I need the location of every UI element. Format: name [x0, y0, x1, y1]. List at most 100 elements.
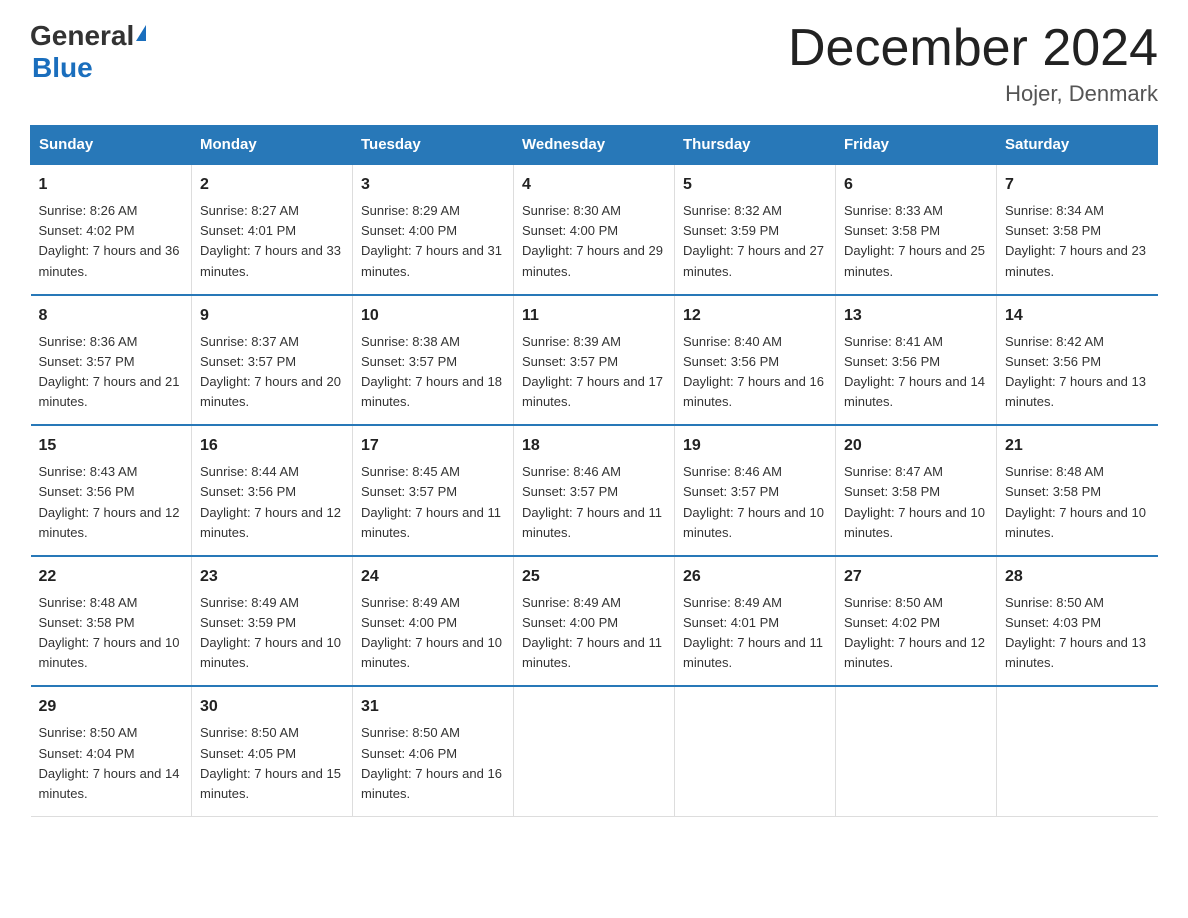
- calendar-day-cell: 5 Sunrise: 8:32 AMSunset: 3:59 PMDaylight…: [675, 164, 836, 295]
- day-number: 27: [844, 565, 988, 589]
- calendar-day-cell: 7 Sunrise: 8:34 AMSunset: 3:58 PMDaylight…: [997, 164, 1158, 295]
- month-title: December 2024: [788, 20, 1158, 77]
- day-info: Sunrise: 8:39 AMSunset: 3:57 PMDaylight:…: [522, 332, 666, 413]
- day-info: Sunrise: 8:38 AMSunset: 3:57 PMDaylight:…: [361, 332, 505, 413]
- day-number: 31: [361, 695, 505, 719]
- col-monday: Monday: [192, 126, 353, 165]
- day-info: Sunrise: 8:46 AMSunset: 3:57 PMDaylight:…: [683, 462, 827, 543]
- calendar-day-cell: 8 Sunrise: 8:36 AMSunset: 3:57 PMDaylight…: [31, 295, 192, 426]
- calendar-day-cell: 25Sunrise: 8:49 AMSunset: 4:00 PMDayligh…: [514, 556, 675, 687]
- col-friday: Friday: [836, 126, 997, 165]
- day-info: Sunrise: 8:49 AMSunset: 3:59 PMDaylight:…: [200, 593, 344, 674]
- day-info: Sunrise: 8:27 AMSunset: 4:01 PMDaylight:…: [200, 201, 344, 282]
- col-thursday: Thursday: [675, 126, 836, 165]
- day-info: Sunrise: 8:49 AMSunset: 4:01 PMDaylight:…: [683, 593, 827, 674]
- calendar-day-cell: 4Sunrise: 8:30 AMSunset: 4:00 PMDaylight…: [514, 164, 675, 295]
- day-number: 15: [39, 434, 184, 458]
- day-info: Sunrise: 8:44 AMSunset: 3:56 PMDaylight:…: [200, 462, 344, 543]
- calendar-day-cell: [675, 686, 836, 816]
- calendar-day-cell: 30 Sunrise: 8:50 AMSunset: 4:05 PMDayligh…: [192, 686, 353, 816]
- col-sunday: Sunday: [31, 126, 192, 165]
- calendar-day-cell: 16 Sunrise: 8:44 AMSunset: 3:56 PMDayligh…: [192, 425, 353, 556]
- title-area: December 2024 Hojer, Denmark: [788, 20, 1158, 107]
- calendar-day-cell: 1 Sunrise: 8:26 AMSunset: 4:02 PMDaylight…: [31, 164, 192, 295]
- day-number: 25: [522, 565, 666, 589]
- calendar-day-cell: 9 Sunrise: 8:37 AMSunset: 3:57 PMDaylight…: [192, 295, 353, 426]
- day-number: 28: [1005, 565, 1150, 589]
- day-number: 12: [683, 304, 827, 328]
- calendar-day-cell: 3 Sunrise: 8:29 AMSunset: 4:00 PMDaylight…: [353, 164, 514, 295]
- calendar-day-cell: 14 Sunrise: 8:42 AMSunset: 3:56 PMDayligh…: [997, 295, 1158, 426]
- calendar-day-cell: 6 Sunrise: 8:33 AMSunset: 3:58 PMDaylight…: [836, 164, 997, 295]
- calendar-day-cell: 12 Sunrise: 8:40 AMSunset: 3:56 PMDayligh…: [675, 295, 836, 426]
- day-number: 17: [361, 434, 505, 458]
- col-saturday: Saturday: [997, 126, 1158, 165]
- calendar-table: Sunday Monday Tuesday Wednesday Thursday…: [30, 125, 1158, 817]
- day-info: Sunrise: 8:43 AMSunset: 3:56 PMDaylight:…: [39, 462, 184, 543]
- calendar-day-cell: 23 Sunrise: 8:49 AMSunset: 3:59 PMDayligh…: [192, 556, 353, 687]
- calendar-week-row: 29 Sunrise: 8:50 AMSunset: 4:04 PMDayligh…: [31, 686, 1158, 816]
- calendar-day-cell: 15 Sunrise: 8:43 AMSunset: 3:56 PMDayligh…: [31, 425, 192, 556]
- calendar-week-row: 15 Sunrise: 8:43 AMSunset: 3:56 PMDayligh…: [31, 425, 1158, 556]
- day-info: Sunrise: 8:50 AMSunset: 4:05 PMDaylight:…: [200, 723, 344, 804]
- day-number: 23: [200, 565, 344, 589]
- calendar-week-row: 8 Sunrise: 8:36 AMSunset: 3:57 PMDaylight…: [31, 295, 1158, 426]
- calendar-day-cell: 22Sunrise: 8:48 AMSunset: 3:58 PMDayligh…: [31, 556, 192, 687]
- calendar-day-cell: 19 Sunrise: 8:46 AMSunset: 3:57 PMDayligh…: [675, 425, 836, 556]
- day-info: Sunrise: 8:50 AMSunset: 4:03 PMDaylight:…: [1005, 593, 1150, 674]
- day-number: 6: [844, 173, 988, 197]
- calendar-day-cell: 10Sunrise: 8:38 AMSunset: 3:57 PMDayligh…: [353, 295, 514, 426]
- day-info: Sunrise: 8:36 AMSunset: 3:57 PMDaylight:…: [39, 332, 184, 413]
- calendar-day-cell: 27 Sunrise: 8:50 AMSunset: 4:02 PMDayligh…: [836, 556, 997, 687]
- calendar-day-cell: 17 Sunrise: 8:45 AMSunset: 3:57 PMDayligh…: [353, 425, 514, 556]
- day-info: Sunrise: 8:50 AMSunset: 4:06 PMDaylight:…: [361, 723, 505, 804]
- day-info: Sunrise: 8:37 AMSunset: 3:57 PMDaylight:…: [200, 332, 344, 413]
- page-header: General Blue December 2024 Hojer, Denmar…: [30, 20, 1158, 107]
- calendar-day-cell: 13Sunrise: 8:41 AMSunset: 3:56 PMDayligh…: [836, 295, 997, 426]
- day-number: 21: [1005, 434, 1150, 458]
- calendar-week-row: 22Sunrise: 8:48 AMSunset: 3:58 PMDayligh…: [31, 556, 1158, 687]
- day-number: 9: [200, 304, 344, 328]
- day-number: 3: [361, 173, 505, 197]
- calendar-day-cell: 21 Sunrise: 8:48 AMSunset: 3:58 PMDayligh…: [997, 425, 1158, 556]
- calendar-day-cell: 26 Sunrise: 8:49 AMSunset: 4:01 PMDayligh…: [675, 556, 836, 687]
- day-number: 1: [39, 173, 184, 197]
- day-info: Sunrise: 8:32 AMSunset: 3:59 PMDaylight:…: [683, 201, 827, 282]
- calendar-body: 1 Sunrise: 8:26 AMSunset: 4:02 PMDaylight…: [31, 164, 1158, 816]
- day-info: Sunrise: 8:26 AMSunset: 4:02 PMDaylight:…: [39, 201, 184, 282]
- calendar-day-cell: [514, 686, 675, 816]
- day-info: Sunrise: 8:40 AMSunset: 3:56 PMDaylight:…: [683, 332, 827, 413]
- col-tuesday: Tuesday: [353, 126, 514, 165]
- calendar-day-cell: 28 Sunrise: 8:50 AMSunset: 4:03 PMDayligh…: [997, 556, 1158, 687]
- day-number: 11: [522, 304, 666, 328]
- calendar-header: Sunday Monday Tuesday Wednesday Thursday…: [31, 126, 1158, 165]
- day-info: Sunrise: 8:29 AMSunset: 4:00 PMDaylight:…: [361, 201, 505, 282]
- day-info: Sunrise: 8:45 AMSunset: 3:57 PMDaylight:…: [361, 462, 505, 543]
- day-number: 13: [844, 304, 988, 328]
- day-number: 30: [200, 695, 344, 719]
- calendar-day-cell: 29 Sunrise: 8:50 AMSunset: 4:04 PMDayligh…: [31, 686, 192, 816]
- calendar-week-row: 1 Sunrise: 8:26 AMSunset: 4:02 PMDaylight…: [31, 164, 1158, 295]
- day-info: Sunrise: 8:34 AMSunset: 3:58 PMDaylight:…: [1005, 201, 1150, 282]
- calendar-day-cell: 18Sunrise: 8:46 AMSunset: 3:57 PMDayligh…: [514, 425, 675, 556]
- day-number: 14: [1005, 304, 1150, 328]
- day-number: 24: [361, 565, 505, 589]
- logo: General Blue: [30, 20, 146, 84]
- day-number: 19: [683, 434, 827, 458]
- logo-general: General: [30, 20, 134, 52]
- logo-triangle-icon: [136, 25, 146, 41]
- day-info: Sunrise: 8:50 AMSunset: 4:02 PMDaylight:…: [844, 593, 988, 674]
- day-info: Sunrise: 8:50 AMSunset: 4:04 PMDaylight:…: [39, 723, 184, 804]
- day-number: 8: [39, 304, 184, 328]
- day-info: Sunrise: 8:33 AMSunset: 3:58 PMDaylight:…: [844, 201, 988, 282]
- day-number: 7: [1005, 173, 1150, 197]
- col-wednesday: Wednesday: [514, 126, 675, 165]
- day-number: 5: [683, 173, 827, 197]
- day-number: 16: [200, 434, 344, 458]
- day-info: Sunrise: 8:48 AMSunset: 3:58 PMDaylight:…: [1005, 462, 1150, 543]
- day-number: 29: [39, 695, 184, 719]
- day-number: 26: [683, 565, 827, 589]
- day-number: 22: [39, 565, 184, 589]
- header-row: Sunday Monday Tuesday Wednesday Thursday…: [31, 126, 1158, 165]
- day-info: Sunrise: 8:42 AMSunset: 3:56 PMDaylight:…: [1005, 332, 1150, 413]
